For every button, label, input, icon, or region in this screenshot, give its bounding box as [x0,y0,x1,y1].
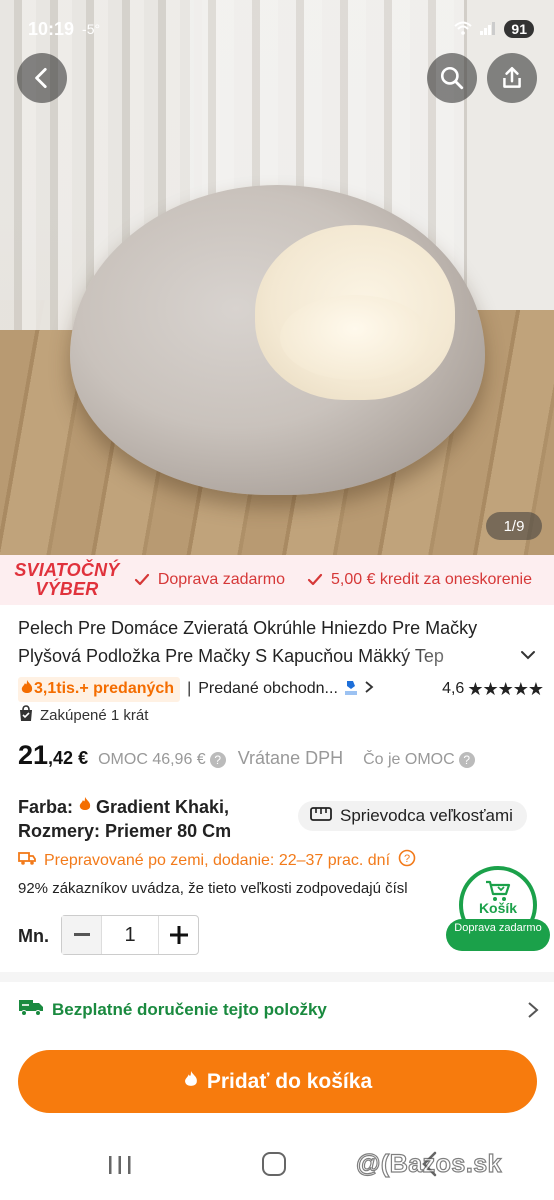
price-decimal: ,42 € [48,748,89,768]
rating[interactable]: 4,6 ★★★★★ [442,678,544,700]
battery-indicator: 91 [504,20,534,38]
shipping-text: Prepravované po zemi, dodanie: 22–37 pra… [44,851,391,869]
search-button[interactable] [427,53,477,103]
color-label: Farba: [18,797,74,817]
divider: | [187,680,192,697]
bought-label: Zakúpené 1 krát [40,707,149,724]
search-icon [440,66,464,90]
sold-count: 3,1tis.+ predaných [34,680,175,697]
chevron-left-icon [35,67,47,89]
truck-icon [18,998,44,1021]
home-icon[interactable] [262,1152,286,1176]
product-title[interactable]: Pelech Pre Domáce Zvieratá Okrúhle Hniez… [18,614,498,670]
fire-icon [20,679,34,700]
help-icon[interactable]: ? [458,752,475,768]
quantity-value[interactable]: 1 [102,924,158,947]
chevron-down-icon[interactable] [518,645,538,665]
quantity-label: Mn. [18,926,49,946]
share-button[interactable] [487,53,537,103]
size-label: Rozmery: [18,821,101,841]
help-icon[interactable]: ? [209,752,226,768]
promo-item-delay-credit: 5,00 € kredit za oneskorenie [307,571,532,589]
share-icon [503,67,521,88]
shipping-info[interactable]: Prepravované po zemi, dodanie: 22–37 pra… [18,849,416,872]
section-divider [0,972,554,982]
status-temperature: -5° [82,21,101,37]
what-is-omoc-link[interactable]: Čo je OMOC [363,751,455,769]
status-bar: 10:19 -5° 91 [28,18,534,40]
ruler-icon [310,806,332,826]
star-rating-icon: ★★★★★ [467,678,544,699]
promo-bar[interactable]: SVIATOČNÝ VÝBER Doprava zadarmo 5,00 € k… [0,555,554,605]
promo-badge-line1: SVIATOČNÝ [14,560,120,580]
free-delivery-row[interactable]: Bezplatné doručenie tejto položky [18,998,327,1021]
fire-icon [183,1069,199,1095]
free-delivery-label: Bezplatné doručenie tejto položky [52,999,327,1019]
svg-text:?: ? [404,853,410,865]
quantity-stepper[interactable]: 1 [61,915,199,955]
size-fit-note: 92% zákazníkov uvádza, že tieto veľkosti… [18,880,408,897]
size-guide-label: Sprievodca veľkosťami [340,806,513,825]
promo-item-label: Doprava zadarmo [157,571,285,588]
sold-badge: 3,1tis.+ predaných [18,676,181,702]
seller-logo-icon [344,679,358,700]
bag-icon [18,705,34,726]
status-time: 10:19 [28,18,75,39]
minus-icon [73,933,90,936]
seller-link[interactable]: Predané obchodn... [198,680,338,698]
product-title-line2: Plyšová Podložka Pre Mačky S Kapucňou Mä… [18,642,488,670]
add-to-cart-button[interactable]: Pridať do košíka [18,1050,537,1113]
bought-count: Zakúpené 1 krát [18,705,148,726]
product-stats: 3,1tis.+ predaných | Predané obchodn... … [18,676,544,702]
fire-icon [78,795,92,819]
plus-icon [169,926,188,944]
cart-icon [486,880,511,901]
promo-item-free-shipping: Doprava zadarmo [134,571,285,589]
promo-item-label: 5,00 € kredit za oneskorenie [330,571,532,588]
price-row: 21 ,42 € OMOC 46,96 € ? Vrátane DPH Čo j… [18,740,475,771]
size-guide-button[interactable]: Sprievodca veľkosťami [298,801,527,831]
bed-cushion [280,295,430,380]
chevron-right-icon[interactable] [526,1001,540,1019]
vat-label: Vrátane DPH [237,748,344,768]
chevron-right-icon[interactable] [364,680,374,699]
signal-icon [480,21,496,38]
promo-badge: SVIATOČNÝ VÝBER [0,561,134,599]
help-icon[interactable]: ? [398,849,416,872]
cat-bed [70,185,485,495]
add-to-cart-label: Pridať do košíka [206,1069,373,1093]
check-icon [134,573,149,586]
image-counter: 1/9 [486,512,542,540]
watermark: @(Bazos.sk [355,1149,503,1178]
check-icon [307,573,323,586]
back-button[interactable] [17,53,67,103]
cart-label: Košík [478,900,518,916]
rating-value: 4,6 [442,680,465,697]
price-integer: 21 [18,740,49,770]
wifi-icon [454,21,473,38]
omoc-price: OMOC 46,96 € [98,751,206,768]
color-value: Gradient Khaki, [96,797,230,817]
variant-selector[interactable]: Farba: Gradient Khaki, Rozmery: Priemer … [18,795,231,843]
promo-badge-line2: VÝBER [35,579,99,599]
product-title-line1: Pelech Pre Domáce Zvieratá Okrúhle Hniez… [18,618,478,638]
increase-button[interactable] [158,916,198,954]
floating-cart-button[interactable]: Košík Doprava zadarmo [446,866,550,952]
recent-apps-icon[interactable] [107,1154,133,1176]
cart-free-shipping-tag: Doprava zadarmo [446,919,550,951]
size-value: Priemer 80 Cm [105,821,232,841]
decrease-button[interactable] [62,916,102,954]
truck-icon [18,850,36,871]
